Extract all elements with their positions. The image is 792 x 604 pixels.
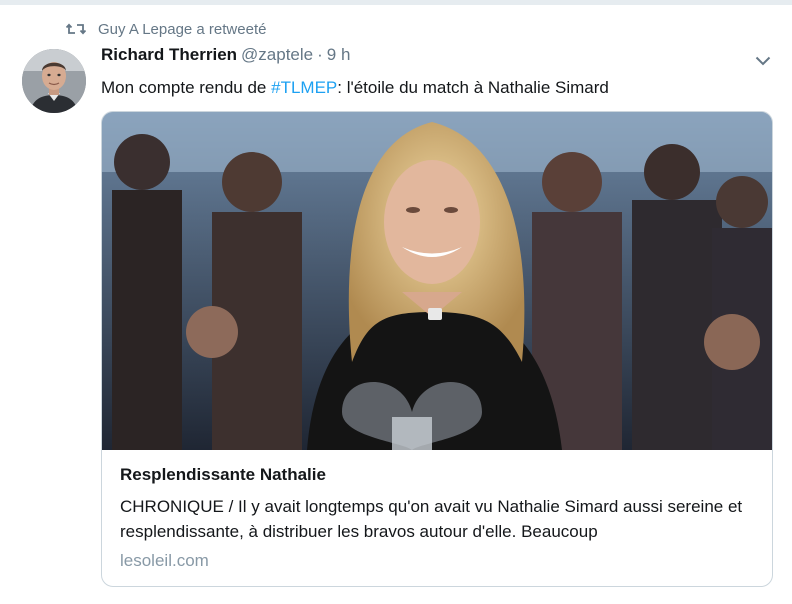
card-image[interactable] bbox=[102, 112, 772, 450]
card-title[interactable]: Resplendissante Nathalie bbox=[120, 464, 760, 486]
card-body: Resplendissante Nathalie CHRONIQUE / Il … bbox=[120, 464, 760, 572]
hashtag-link[interactable]: #TLMEP bbox=[271, 78, 337, 97]
retweet-icon bbox=[66, 21, 86, 37]
retweet-label[interactable]: Guy A Lepage a retweeté bbox=[98, 21, 266, 38]
author-name[interactable]: Richard Therrien bbox=[101, 45, 237, 65]
author-handle[interactable]: @zaptele bbox=[241, 45, 313, 65]
chevron-down-icon[interactable] bbox=[752, 51, 774, 71]
tweet-header: Richard Therrien @zaptele · 9 h bbox=[101, 45, 350, 69]
tweet-text-start: Mon compte rendu de bbox=[101, 78, 272, 97]
card-domain[interactable]: lesoleil.com bbox=[120, 550, 760, 572]
retweet-context: Guy A Lepage a retweeté bbox=[66, 19, 266, 39]
tweet-text: Mon compte rendu de #TLMEP: l'étoile du … bbox=[101, 77, 771, 99]
avatar[interactable] bbox=[22, 49, 86, 113]
tweet[interactable]: Guy A Lepage a retweeté Richard Therrien… bbox=[0, 4, 792, 604]
link-card[interactable]: Resplendissante Nathalie CHRONIQUE / Il … bbox=[101, 111, 773, 587]
timestamp[interactable]: 9 h bbox=[327, 45, 351, 65]
card-description: CHRONIQUE / Il y avait longtemps qu'on a… bbox=[120, 497, 743, 541]
separator-dot: · bbox=[317, 45, 323, 64]
tweet-text-end: : l'étoile du match à Nathalie Simard bbox=[337, 78, 609, 97]
